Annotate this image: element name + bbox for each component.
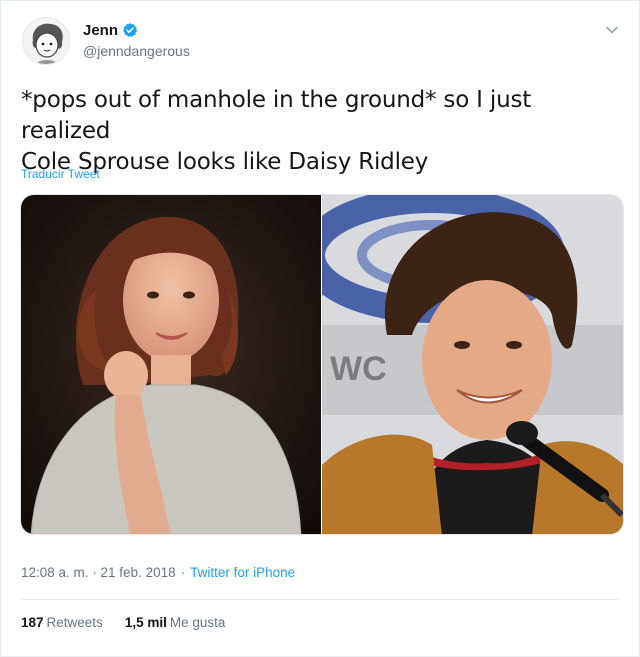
translate-tweet-link[interactable]: Traducir Tweet [21,167,100,181]
tweet-source-link[interactable]: Twitter for iPhone [190,565,295,580]
tweet-media[interactable]: WC [20,194,624,535]
tweet-text: *pops out of manhole in the ground* so I… [21,85,621,178]
chevron-down-icon[interactable] [605,23,619,37]
tweet-meta: 12:08 a. m. · 21 feb. 2018 · Twitter for… [21,565,295,580]
meta-separator: · [180,565,186,580]
photo-man[interactable]: WC [322,195,623,534]
tweet-text-line-2: Cole Sprouse looks like Daisy Ridley [21,149,429,175]
verified-badge-icon [123,23,138,37]
tweet-text-line-1: *pops out of manhole in the ground* so I… [21,87,532,144]
tweet-timestamp[interactable]: 12:08 a. m. · 21 feb. 2018 [21,565,176,580]
photo-woman-icon [21,195,321,534]
user-avatar[interactable] [22,17,70,65]
likes-count: 1,5 mil [124,615,167,630]
author-name[interactable]: Jenn [83,22,118,39]
retweets-label: Retweets [46,615,103,630]
likes-stat[interactable]: 1,5 mil Me gusta [125,615,226,630]
tweet-card: Jenn @jenndangerous *pops out of manhole… [0,0,640,657]
tweet-stats: 187 Retweets 1,5 mil Me gusta [21,615,225,630]
author-name-row: Jenn [83,20,190,40]
retweets-count: 187 [21,615,44,630]
divider [21,599,619,600]
tweet-author[interactable]: Jenn @jenndangerous [83,20,190,60]
photo-man-microphone-icon: WC [322,195,623,534]
retweets-stat[interactable]: 187 Retweets [21,615,103,630]
likes-label: Me gusta [169,615,226,630]
photo-woman[interactable] [21,195,321,534]
cartoon-avatar-icon [23,18,69,64]
author-handle[interactable]: @jenndangerous [83,43,190,59]
svg-text:WC: WC [330,350,387,388]
